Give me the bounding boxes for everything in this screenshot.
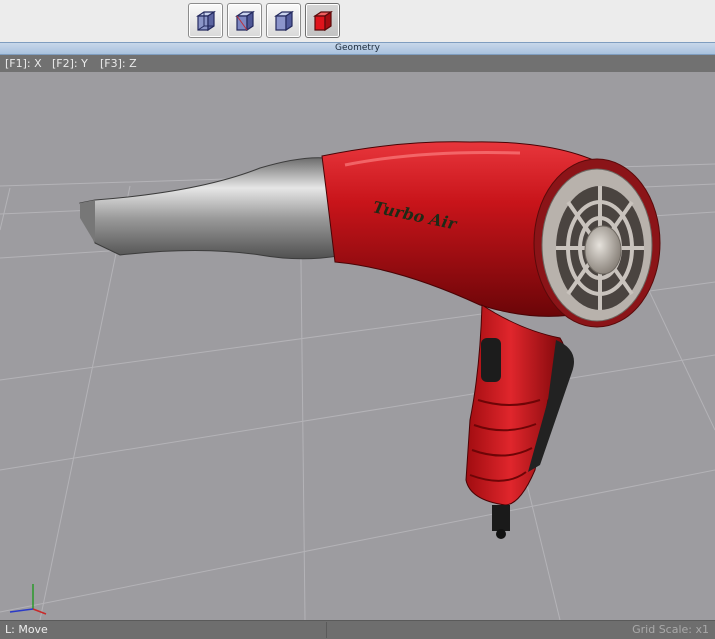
flat-shaded-cube-icon [274, 10, 294, 32]
axis-orientation-gizmo [9, 584, 47, 615]
status-bar: L: Move Grid Scale: x1 [0, 620, 715, 639]
flat-shaded-view-button[interactable] [266, 3, 301, 38]
3d-viewport[interactable]: Turbo Air [0, 72, 715, 620]
hint-z-axis: [F3]: Z [100, 57, 137, 70]
textured-cube-icon [313, 10, 333, 32]
panel-title: Geometry [0, 42, 715, 55]
textured-view-button[interactable] [305, 3, 340, 38]
axis-hint-bar: [F1]: X [F2]: Y [F3]: Z [0, 55, 715, 72]
hint-y-axis: [F2]: Y [52, 57, 88, 70]
hint-x-axis: [F1]: X [5, 57, 42, 70]
shaded-wireframe-view-button[interactable] [227, 3, 262, 38]
mouse-mode-status: L: Move [5, 623, 48, 636]
status-divider [326, 622, 327, 638]
hair-dryer-model: Turbo Air [79, 141, 661, 539]
wireframe-view-button[interactable] [188, 3, 223, 38]
view-mode-toolbar [0, 0, 715, 43]
viewport-scene: Turbo Air [0, 141, 715, 620]
grid-scale-status: Grid Scale: x1 [632, 623, 709, 636]
shaded-wireframe-cube-icon [235, 10, 255, 32]
wireframe-cube-icon [196, 10, 216, 32]
